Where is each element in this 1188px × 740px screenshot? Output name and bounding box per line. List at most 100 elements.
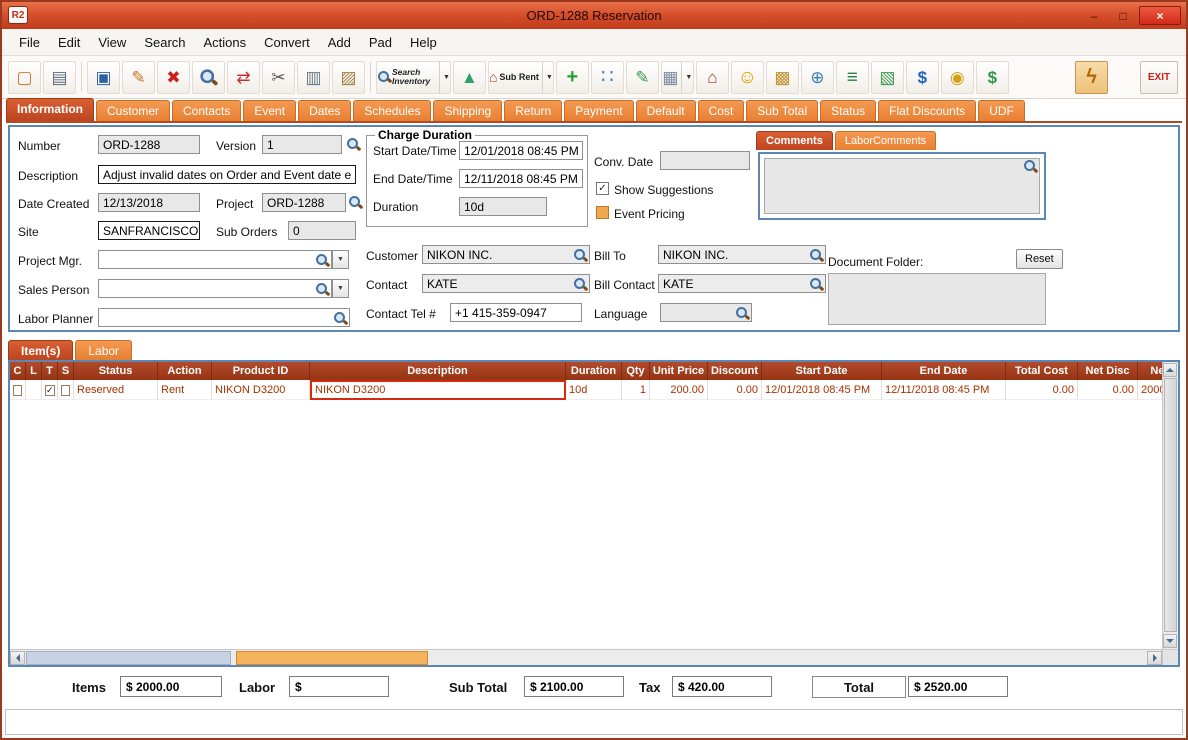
tab-shipping[interactable]: Shipping: [433, 100, 503, 121]
notes-button[interactable]: ▧: [870, 60, 904, 94]
package-button[interactable]: ▩: [765, 60, 799, 94]
hscroll-thumb-left-pane[interactable]: [26, 651, 231, 665]
row-net-disc-cell[interactable]: 0.00: [1078, 380, 1138, 400]
col-header-t[interactable]: T: [42, 362, 58, 380]
delete-button[interactable]: ✖: [157, 60, 190, 94]
table-row[interactable]: ✓ Reserved Rent NIKON D3200 NIKON D3200 …: [10, 380, 1178, 400]
end-datetime-field[interactable]: 12/11/2018 08:45 PM: [459, 169, 583, 188]
menu-convert[interactable]: Convert: [255, 31, 319, 54]
row-action-cell[interactable]: Rent: [158, 380, 212, 400]
transfer-button[interactable]: ⇄: [227, 60, 260, 94]
tab-dates[interactable]: Dates: [298, 100, 352, 121]
row-s-cell[interactable]: [58, 380, 74, 400]
project-mgr-lookup-icon[interactable]: [315, 253, 330, 268]
tab-comments[interactable]: Comments: [756, 131, 833, 150]
row-qty-cell[interactable]: 1: [622, 380, 650, 400]
globe-button[interactable]: ⊕: [800, 60, 834, 94]
menu-search[interactable]: Search: [135, 31, 194, 54]
edit-button[interactable]: ✎: [122, 60, 155, 94]
bill-contact-field[interactable]: KATE: [658, 274, 826, 293]
search-inventory-button[interactable]: Search Inventory ▼: [376, 60, 451, 94]
row-c-cell[interactable]: [10, 380, 26, 400]
dropdown-arrow-icon[interactable]: ▼: [439, 61, 450, 93]
tab-customer[interactable]: Customer: [96, 100, 171, 121]
cash-button[interactable]: $: [975, 60, 1009, 94]
row-total-cost-cell[interactable]: 0.00: [1006, 380, 1078, 400]
start-datetime-field[interactable]: 12/01/2018 08:45 PM: [459, 141, 583, 160]
col-header-s[interactable]: S: [58, 362, 74, 380]
sub-orders-field[interactable]: 0: [288, 221, 356, 240]
menu-file[interactable]: File: [10, 31, 49, 54]
row-start-date-cell[interactable]: 12/01/2018 08:45 PM: [762, 380, 882, 400]
project-mgr-dropdown[interactable]: ▼: [332, 250, 349, 269]
maximize-button[interactable]: □: [1110, 6, 1136, 25]
tab-default[interactable]: Default: [635, 100, 696, 121]
col-header-discount[interactable]: Discount: [708, 362, 762, 380]
bill-to-field[interactable]: NIKON INC.: [658, 245, 826, 264]
dropdown-arrow-icon[interactable]: ▼: [681, 61, 692, 93]
site-print-button[interactable]: ⌂: [695, 60, 729, 94]
labor-planner-lookup-icon[interactable]: [333, 311, 348, 326]
tab-sub-total[interactable]: Sub Total: [746, 100, 819, 121]
sub-rent-button[interactable]: ⌂ Sub Rent ▼: [487, 60, 554, 94]
event-pricing-checkbox[interactable]: [596, 206, 609, 219]
find-button[interactable]: [192, 60, 225, 94]
col-header-unit-price[interactable]: Unit Price: [650, 362, 708, 380]
row-l-cell[interactable]: [26, 380, 42, 400]
col-header-start-date[interactable]: Start Date: [762, 362, 882, 380]
vscroll-thumb[interactable]: [1164, 378, 1177, 632]
show-suggestions-checkbox[interactable]: ✓: [596, 182, 609, 195]
menu-pad[interactable]: Pad: [360, 31, 401, 54]
date-created-field[interactable]: 12/13/2018: [98, 193, 200, 212]
sales-person-lookup-icon[interactable]: [315, 282, 330, 297]
row-discount-cell[interactable]: 0.00: [708, 380, 762, 400]
conv-date-field[interactable]: [660, 151, 750, 170]
version-field[interactable]: 1: [262, 135, 342, 154]
col-header-end-date[interactable]: End Date: [882, 362, 1006, 380]
sales-person-dropdown[interactable]: ▼: [332, 279, 349, 298]
project-mgr-field[interactable]: [98, 250, 332, 269]
tab-contacts[interactable]: Contacts: [172, 100, 242, 121]
tab-cost[interactable]: Cost: [697, 100, 745, 121]
copy-button[interactable]: ▥: [297, 60, 330, 94]
scroll-up-button[interactable]: [1163, 363, 1177, 377]
prism-button[interactable]: ▲: [452, 60, 486, 94]
row-t-checkbox[interactable]: ✓: [45, 384, 55, 396]
row-unit-price-cell[interactable]: 200.00: [650, 380, 708, 400]
catalog-button[interactable]: ≡: [835, 60, 869, 94]
exit-button[interactable]: EXIT: [1140, 60, 1178, 94]
row-duration-cell[interactable]: 10d: [566, 380, 622, 400]
project-field[interactable]: ORD-1288: [262, 193, 346, 212]
description-field[interactable]: Adjust invalid dates on Order and Event …: [98, 165, 356, 184]
tab-labor[interactable]: Labor: [75, 340, 133, 360]
coins-button[interactable]: ◉: [940, 60, 974, 94]
menu-edit[interactable]: Edit: [49, 31, 89, 54]
tab-schedules[interactable]: Schedules: [353, 100, 432, 121]
add-button[interactable]: +: [555, 60, 589, 94]
customer-field[interactable]: NIKON INC.: [422, 245, 590, 264]
row-product-id-cell[interactable]: NIKON D3200: [212, 380, 310, 400]
language-lookup-icon[interactable]: [735, 306, 750, 321]
col-header-net-disc[interactable]: Net Disc: [1078, 362, 1138, 380]
language-field[interactable]: [660, 303, 752, 322]
document-folder-textarea[interactable]: [828, 273, 1046, 325]
labor-planner-field[interactable]: [98, 308, 350, 327]
row-s-checkbox[interactable]: [61, 384, 70, 396]
cut-button[interactable]: ✂: [262, 60, 295, 94]
project-lookup-icon[interactable]: [348, 195, 363, 210]
title-bar[interactable]: R2 ORD-1288 Reservation – □ ×: [2, 2, 1186, 29]
menu-add[interactable]: Add: [319, 31, 360, 54]
group-button[interactable]: ∷: [590, 60, 624, 94]
menu-help[interactable]: Help: [401, 31, 446, 54]
quick-actions-button[interactable]: ϟ: [1075, 60, 1108, 94]
col-header-status[interactable]: Status: [74, 362, 158, 380]
comments-textarea[interactable]: [764, 158, 1040, 214]
vertical-scrollbar[interactable]: [1162, 362, 1178, 649]
print-button[interactable]: ▤: [43, 60, 76, 94]
col-header-qty[interactable]: Qty: [622, 362, 650, 380]
dropdown-arrow-icon[interactable]: ▼: [541, 61, 553, 93]
row-status-cell[interactable]: Reserved: [74, 380, 158, 400]
bill-to-lookup-icon[interactable]: [809, 248, 824, 263]
contact-field[interactable]: KATE: [422, 274, 590, 293]
col-header-action[interactable]: Action: [158, 362, 212, 380]
